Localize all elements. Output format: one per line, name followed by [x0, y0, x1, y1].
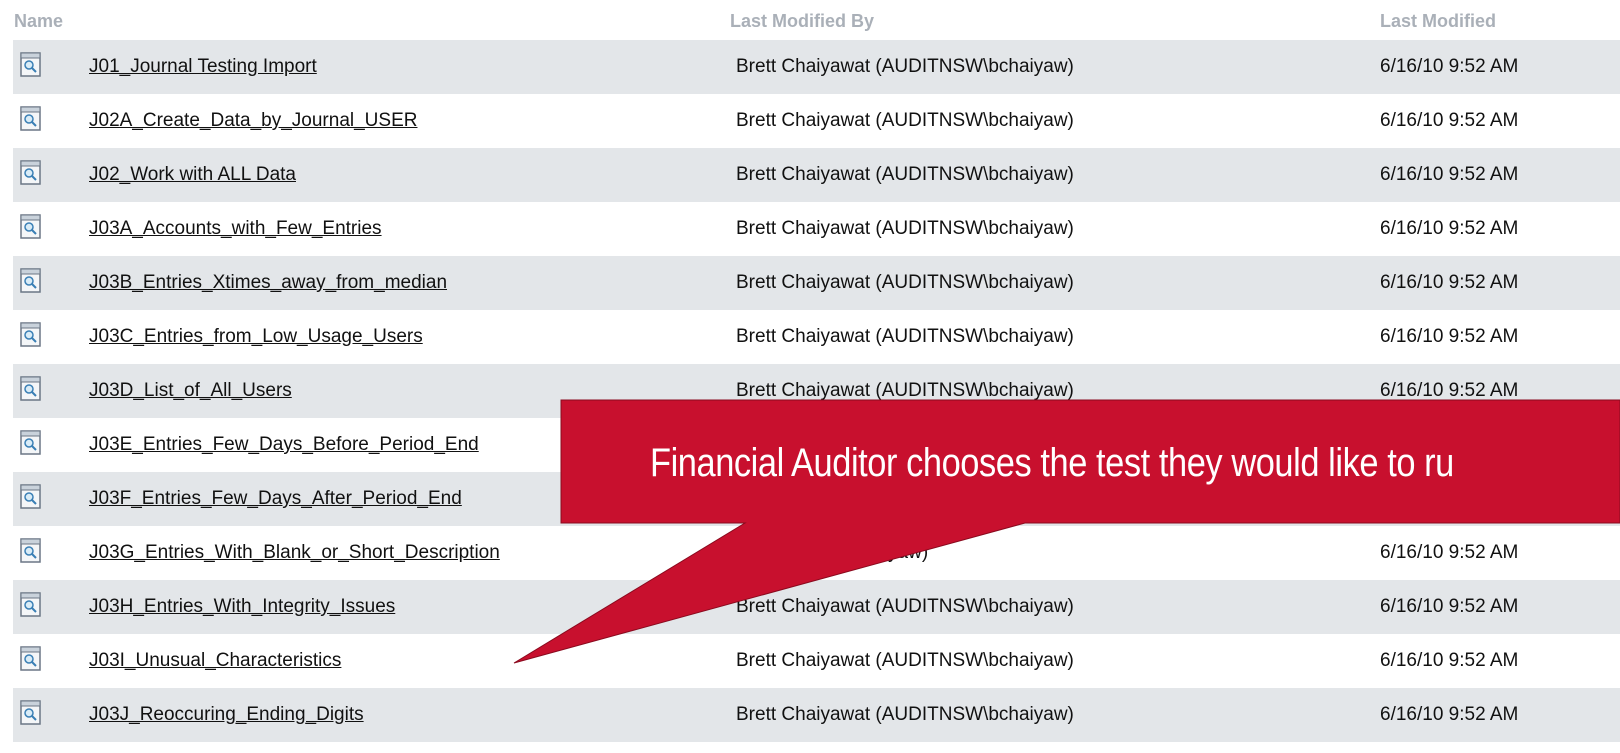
report-document-icon — [19, 591, 43, 619]
report-name-link[interactable]: J03A_Accounts_with_Few_Entries — [89, 218, 382, 240]
report-document-icon — [19, 375, 43, 403]
column-header-modified-by[interactable]: Last Modified By — [730, 11, 874, 32]
last-modified-cell: 6/16/10 9:52 AM — [1380, 110, 1519, 131]
last-modified-cell: 6/16/10 9:52 AM — [1380, 272, 1519, 293]
last-modified-cell: 6/16/10 9:52 AM — [1380, 164, 1519, 185]
table-row[interactable]: J03A_Accounts_with_Few_Entries Brett Cha… — [13, 202, 1620, 256]
table-row[interactable]: J03B_Entries_Xtimes_away_from_median Bre… — [13, 256, 1620, 310]
last-modified-cell: 6/16/10 9:52 AM — [1380, 56, 1519, 77]
table-row[interactable]: J03H_Entries_With_Integrity_Issues Brett… — [13, 580, 1620, 634]
table-row[interactable]: J03D_List_of_All_Users Brett Chaiyawat (… — [13, 364, 1620, 418]
last-modified-cell: 6/16/10 9:52 AM — [1380, 650, 1519, 671]
last-modified-cell: 6/16/10 9:52 AM — [1380, 326, 1519, 347]
modified-by-cell: Brett Chaiyawat (AUDITNSW\bchaiyaw) — [736, 326, 1074, 347]
report-document-icon — [19, 537, 43, 565]
report-name-link[interactable]: J01_Journal Testing Import — [89, 56, 317, 78]
modified-by-cell: Brett Chaiyawat (AUDITNSW\bchaiyaw) — [736, 704, 1074, 725]
last-modified-cell: 6/16/10 9:52 AM — [1380, 704, 1519, 725]
callout-text: Financial Auditor chooses the test they … — [650, 441, 1454, 485]
modified-by-cell: Brett Chaiyawat (AUDITNSW\bchaiyaw) — [736, 650, 1074, 671]
report-document-icon — [19, 483, 43, 511]
report-name-link[interactable]: J03E_Entries_Few_Days_Before_Period_End — [89, 434, 479, 456]
report-document-icon — [19, 105, 43, 133]
report-name-link[interactable]: J02_Work with ALL Data — [89, 164, 296, 186]
report-document-icon — [19, 51, 43, 79]
report-name-link[interactable]: J02A_Create_Data_by_Journal_USER — [89, 110, 417, 132]
last-modified-cell: 6/16/10 9:52 AM — [1380, 542, 1519, 563]
modified-by-cell: Brett Chaiyawat (AUDITNSW\bchaiyaw) — [736, 110, 1074, 131]
modified-by-cell: Brett Chaiyawat (AUDITNSW\bchaiyaw) — [736, 272, 1074, 293]
last-modified-cell: 6/16/10 9:52 AM — [1380, 596, 1519, 617]
report-document-icon — [19, 267, 43, 295]
table-row[interactable]: J02A_Create_Data_by_Journal_USER Brett C… — [13, 94, 1620, 148]
report-document-icon — [19, 699, 43, 727]
table-row[interactable]: J01_Journal Testing Import Brett Chaiyaw… — [13, 40, 1620, 94]
modified-by-cell: AUDITNSW\bchaiyaw) — [736, 542, 929, 563]
table-row[interactable]: J03C_Entries_from_Low_Usage_Users Brett … — [13, 310, 1620, 364]
report-name-link[interactable]: J03F_Entries_Few_Days_After_Period_End — [89, 488, 462, 510]
modified-by-cell: Brett Chaiyawat (AUDITNSW\bchaiyaw) — [736, 380, 1074, 401]
modified-by-cell: Brett Chaiyawat (AUDITNSW\bchaiyaw) — [736, 56, 1074, 77]
report-list: J01_Journal Testing Import Brett Chaiyaw… — [13, 40, 1620, 742]
list-header: Name Last Modified By Last Modified — [0, 0, 1620, 40]
report-document-icon — [19, 645, 43, 673]
report-name-link[interactable]: J03J_Reoccuring_Ending_Digits — [89, 704, 364, 726]
table-row[interactable]: J03I_Unusual_Characteristics Brett Chaiy… — [13, 634, 1620, 688]
modified-by-cell: Brett Chaiyawat (AUDITNSW\bchaiyaw) — [736, 164, 1074, 185]
report-document-icon — [19, 321, 43, 349]
modified-by-cell: Brett Chaiyawat (AUDITNSW\bchaiyaw) — [736, 596, 1074, 617]
report-name-link[interactable]: J03D_List_of_All_Users — [89, 380, 292, 402]
report-name-link[interactable]: J03H_Entries_With_Integrity_Issues — [89, 596, 395, 618]
table-row[interactable]: J02_Work with ALL Data Brett Chaiyawat (… — [13, 148, 1620, 202]
column-header-name[interactable]: Name — [14, 11, 63, 32]
table-row[interactable]: J03J_Reoccuring_Ending_Digits Brett Chai… — [13, 688, 1620, 742]
report-document-icon — [19, 159, 43, 187]
table-row[interactable]: J03G_Entries_With_Blank_or_Short_Descrip… — [13, 526, 1620, 580]
column-header-last-modified[interactable]: Last Modified — [1380, 11, 1496, 32]
modified-by-cell: Brett Chaiyawat (AUDITNSW\bchaiyaw) — [736, 218, 1074, 239]
last-modified-cell: 6/16/10 9:52 AM — [1380, 380, 1519, 401]
report-name-link[interactable]: J03I_Unusual_Characteristics — [89, 650, 341, 672]
last-modified-cell: 6/16/10 9:52 AM — [1380, 218, 1519, 239]
report-name-link[interactable]: J03B_Entries_Xtimes_away_from_median — [89, 272, 447, 294]
report-name-link[interactable]: J03G_Entries_With_Blank_or_Short_Descrip… — [89, 542, 500, 564]
report-name-link[interactable]: J03C_Entries_from_Low_Usage_Users — [89, 326, 423, 348]
report-document-icon — [19, 429, 43, 457]
report-document-icon — [19, 213, 43, 241]
